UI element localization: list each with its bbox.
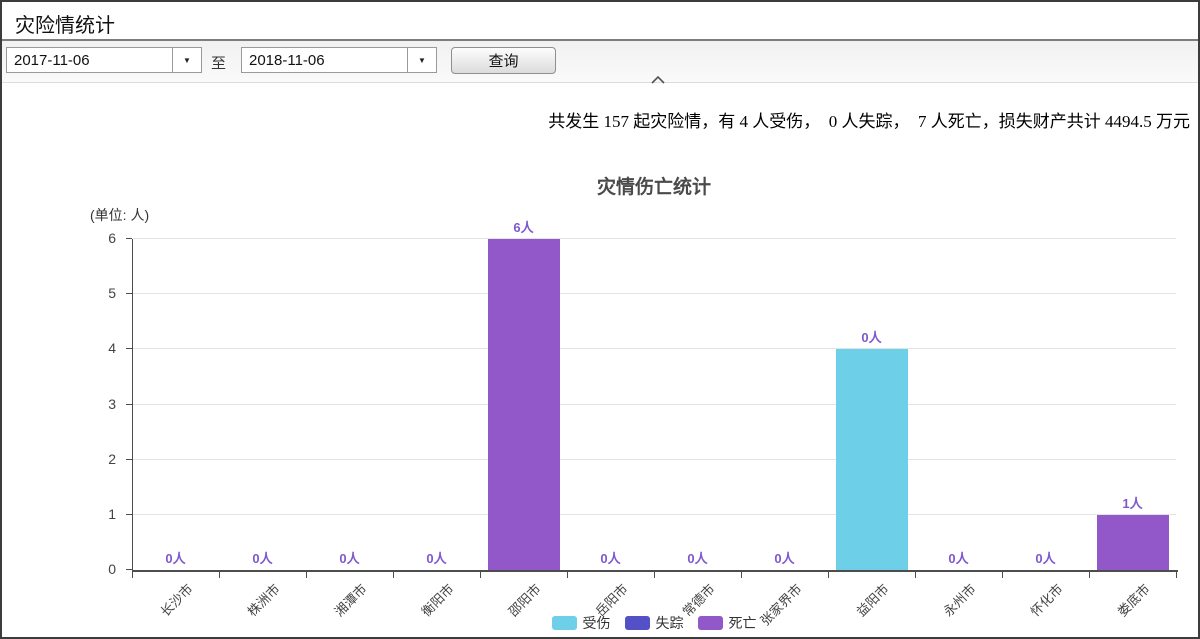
y-axis-tick-label: 1 bbox=[84, 506, 116, 522]
legend-item-受伤[interactable]: 受伤 bbox=[552, 613, 611, 633]
legend-item-死亡[interactable]: 死亡 bbox=[698, 613, 757, 633]
summary-text: 共发生 157 起灾险情，有 4 人受伤， 0 人失踪， 7 人死亡，损失财产共… bbox=[548, 107, 1190, 132]
x-tick-mark bbox=[828, 572, 829, 578]
y-tick-mark bbox=[126, 238, 132, 239]
y-tick-mark bbox=[126, 348, 132, 349]
y-tick-mark bbox=[126, 569, 132, 570]
y-axis-line bbox=[132, 239, 133, 570]
gridline bbox=[133, 293, 1176, 294]
start-date-picker[interactable]: 2017-11-06 ▼ bbox=[6, 47, 202, 73]
y-axis-tick-label: 3 bbox=[84, 396, 116, 412]
date-range-to-label: 至 bbox=[211, 52, 226, 73]
collapse-chevron-icon[interactable] bbox=[650, 72, 666, 82]
y-axis-tick-label: 2 bbox=[84, 451, 116, 467]
chart-title: 灾情伤亡统计 bbox=[132, 172, 1176, 199]
bar-value-label: 0人 bbox=[1010, 548, 1082, 567]
y-axis-tick-label: 6 bbox=[84, 230, 116, 246]
y-axis-tick-label: 5 bbox=[84, 285, 116, 301]
x-tick-mark bbox=[1002, 572, 1003, 578]
x-tick-mark bbox=[480, 572, 481, 578]
x-tick-mark bbox=[393, 572, 394, 578]
legend-label: 失踪 bbox=[656, 613, 684, 633]
x-tick-mark bbox=[654, 572, 655, 578]
dropdown-arrow-icon[interactable]: ▼ bbox=[407, 48, 436, 72]
bar-value-label: 1人 bbox=[1097, 493, 1169, 512]
y-axis-tick-label: 0 bbox=[84, 561, 116, 577]
gridline bbox=[133, 348, 1176, 349]
x-axis-line bbox=[132, 570, 1178, 572]
bar-value-label: 0人 bbox=[575, 548, 647, 567]
bar-娄底市[interactable] bbox=[1097, 515, 1169, 570]
legend-label: 受伤 bbox=[583, 613, 611, 633]
x-tick-mark bbox=[567, 572, 568, 578]
y-axis-tick-label: 4 bbox=[84, 340, 116, 356]
start-date-value: 2017-11-06 bbox=[7, 52, 172, 69]
x-tick-mark bbox=[306, 572, 307, 578]
bar-value-label: 0人 bbox=[836, 327, 908, 346]
bar-value-label: 0人 bbox=[923, 548, 995, 567]
gridline bbox=[133, 514, 1176, 515]
bar-value-label: 0人 bbox=[401, 548, 473, 567]
x-tick-mark bbox=[915, 572, 916, 578]
page-header: 灾险情统计 bbox=[2, 2, 1198, 41]
y-tick-mark bbox=[126, 293, 132, 294]
page-title: 灾险情统计 bbox=[2, 2, 1198, 38]
end-date-picker[interactable]: 2018-11-06 ▼ bbox=[241, 47, 437, 73]
query-toolbar: 2017-11-06 ▼ 至 2018-11-06 ▼ 查询 bbox=[2, 41, 1198, 83]
bar-value-label: 0人 bbox=[314, 548, 386, 567]
legend-swatch bbox=[698, 616, 723, 630]
bar-益阳市[interactable] bbox=[836, 349, 908, 570]
bar-value-label: 6人 bbox=[488, 217, 560, 236]
end-date-value: 2018-11-06 bbox=[242, 52, 407, 69]
x-tick-mark bbox=[219, 572, 220, 578]
query-button[interactable]: 查询 bbox=[451, 47, 556, 74]
chart-legend: 受伤 失踪 死亡 bbox=[132, 613, 1176, 633]
gridline bbox=[133, 404, 1176, 405]
x-tick-mark bbox=[1089, 572, 1090, 578]
legend-swatch bbox=[552, 616, 577, 630]
bar-value-label: 0人 bbox=[227, 548, 299, 567]
plot-area: 01234560人长沙市0人株洲市0人湘潭市0人衡阳市6人邵阳市0人岳阳市0人常… bbox=[132, 239, 1176, 570]
chart-unit-label: (单位: 人) bbox=[90, 205, 149, 225]
bar-value-label: 0人 bbox=[662, 548, 734, 567]
bar-value-label: 0人 bbox=[749, 548, 821, 567]
y-tick-mark bbox=[126, 459, 132, 460]
legend-item-失踪[interactable]: 失踪 bbox=[625, 613, 684, 633]
legend-label: 死亡 bbox=[729, 613, 757, 633]
gridline bbox=[133, 459, 1176, 460]
gridline bbox=[133, 238, 1176, 239]
bar-value-label: 0人 bbox=[140, 548, 212, 567]
x-tick-mark bbox=[132, 572, 133, 578]
legend-swatch bbox=[625, 616, 650, 630]
bar-邵阳市[interactable] bbox=[488, 239, 560, 570]
x-tick-mark bbox=[741, 572, 742, 578]
disaster-stats-page: 灾险情统计 2017-11-06 ▼ 至 2018-11-06 ▼ 查询 共发生… bbox=[0, 0, 1200, 639]
dropdown-arrow-icon[interactable]: ▼ bbox=[172, 48, 201, 72]
y-tick-mark bbox=[126, 404, 132, 405]
y-tick-mark bbox=[126, 514, 132, 515]
x-tick-mark bbox=[1176, 572, 1177, 578]
